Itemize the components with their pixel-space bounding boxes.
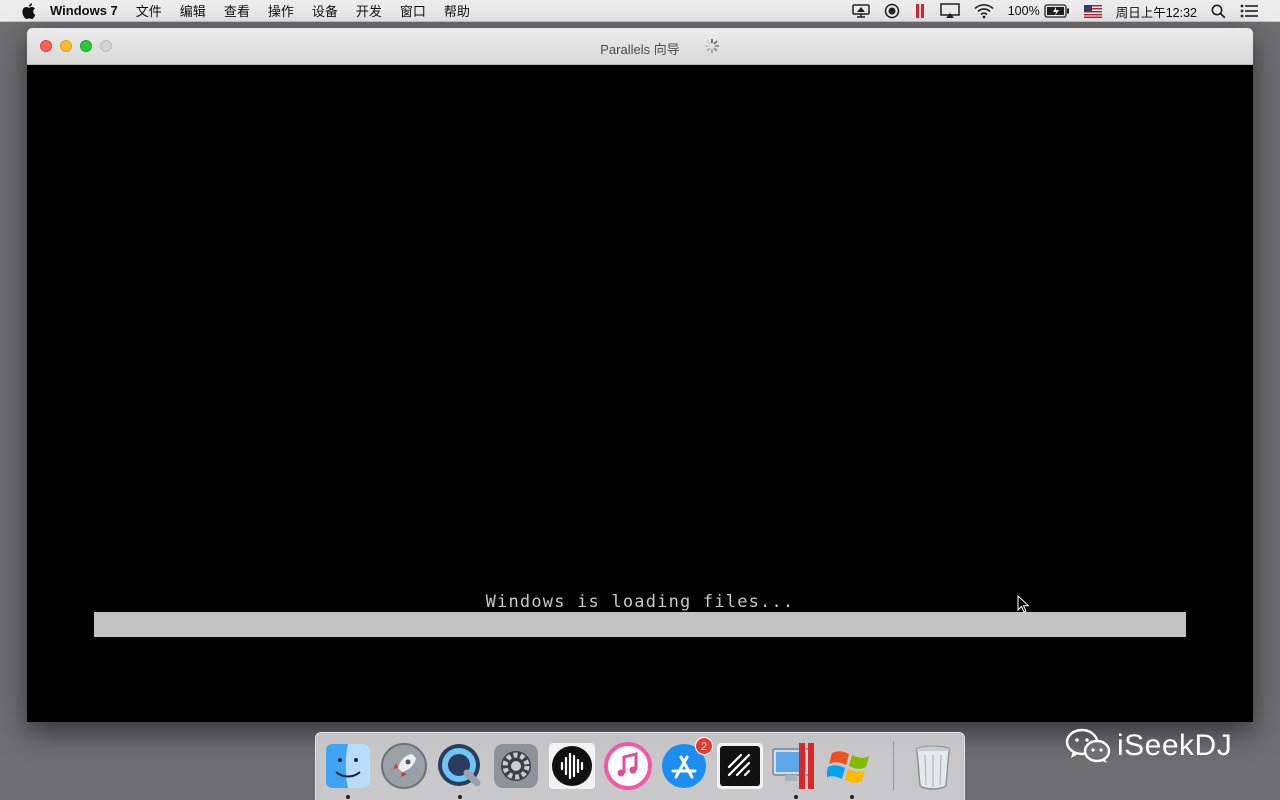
battery-icon[interactable] bbox=[1044, 4, 1070, 18]
app-menu-windows7[interactable]: Windows 7 bbox=[50, 3, 118, 18]
window-titlebar[interactable]: Parallels 向导 bbox=[27, 28, 1253, 65]
dock-running-indicator bbox=[458, 795, 462, 799]
menu-view[interactable]: 查看 bbox=[224, 1, 250, 20]
dock-quicktime[interactable] bbox=[435, 741, 485, 791]
input-source-us-flag-icon[interactable] bbox=[1083, 4, 1102, 18]
spotlight-search-icon[interactable] bbox=[1211, 4, 1226, 19]
boot-progress-fill bbox=[94, 612, 1186, 637]
menu-devices[interactable]: 设备 bbox=[312, 1, 338, 20]
boot-progress-bar bbox=[94, 612, 1186, 637]
system-preferences-gear-icon bbox=[494, 744, 538, 788]
vm-display[interactable]: Windows is loading files... bbox=[27, 65, 1253, 722]
record-icon[interactable] bbox=[884, 3, 900, 19]
itunes-music-note-icon bbox=[604, 742, 652, 790]
loading-spinner-icon bbox=[704, 38, 720, 54]
dock-trash[interactable] bbox=[908, 741, 958, 791]
dark-app-icon bbox=[717, 743, 763, 789]
dock-parallels-desktop[interactable] bbox=[771, 741, 821, 791]
menu-actions[interactable]: 操作 bbox=[268, 1, 294, 20]
mouse-pointer-icon bbox=[1017, 595, 1029, 613]
menubar-clock[interactable]: 周日上午12:32 bbox=[1116, 2, 1197, 21]
dock-running-indicator bbox=[794, 795, 798, 799]
windows-logo-icon bbox=[825, 751, 869, 783]
window-title: Parallels 向导 bbox=[600, 42, 680, 57]
parallels-desktop-icon bbox=[772, 743, 814, 789]
finder-icon bbox=[326, 744, 370, 788]
dock-running-indicator bbox=[346, 795, 350, 799]
parallels-status-icon[interactable] bbox=[914, 3, 926, 19]
menu-help[interactable]: 帮助 bbox=[444, 1, 470, 20]
app-store-update-badge: 2 bbox=[695, 737, 713, 755]
dock-app-store[interactable]: 2 bbox=[659, 737, 713, 791]
dock-system-preferences[interactable] bbox=[491, 741, 541, 791]
dock-launchpad[interactable] bbox=[379, 741, 429, 791]
wifi-icon[interactable] bbox=[974, 3, 994, 19]
dock-windows7[interactable] bbox=[825, 741, 877, 791]
menu-develop[interactable]: 开发 bbox=[356, 1, 382, 20]
watermark-text: iSeekDJ bbox=[1117, 729, 1233, 762]
dock-finder[interactable] bbox=[323, 741, 373, 791]
audio-waveform-icon bbox=[549, 743, 595, 789]
quicktime-icon bbox=[438, 744, 481, 787]
dock-separator bbox=[893, 741, 894, 791]
launchpad-rocket-icon bbox=[381, 743, 427, 789]
airplay-icon[interactable] bbox=[939, 3, 960, 19]
apple-menu-icon[interactable] bbox=[22, 2, 36, 19]
dock-audio-app[interactable] bbox=[547, 741, 597, 791]
notification-center-icon[interactable] bbox=[1240, 4, 1258, 18]
boot-loading-message: Windows is loading files... bbox=[485, 592, 795, 612]
wechat-logo-icon bbox=[1065, 728, 1111, 763]
dock-itunes[interactable] bbox=[603, 741, 653, 791]
parallels-device-icon[interactable] bbox=[851, 3, 870, 19]
menu-bar: Windows 7 文件 编辑 查看 操作 设备 开发 窗口 帮助 100% 周… bbox=[0, 0, 1280, 22]
menu-file[interactable]: 文件 bbox=[136, 1, 162, 20]
wechat-watermark: iSeekDJ bbox=[1065, 726, 1232, 766]
battery-percent: 100% bbox=[1007, 4, 1040, 18]
menu-window[interactable]: 窗口 bbox=[400, 1, 426, 20]
trash-icon bbox=[915, 745, 951, 790]
menu-edit[interactable]: 编辑 bbox=[180, 1, 206, 20]
dock: 2 bbox=[315, 732, 965, 800]
dock-dark-app[interactable] bbox=[715, 741, 765, 791]
dock-running-indicator bbox=[850, 795, 854, 799]
parallels-wizard-window: Parallels 向导 Windows is loading files... bbox=[27, 28, 1253, 722]
